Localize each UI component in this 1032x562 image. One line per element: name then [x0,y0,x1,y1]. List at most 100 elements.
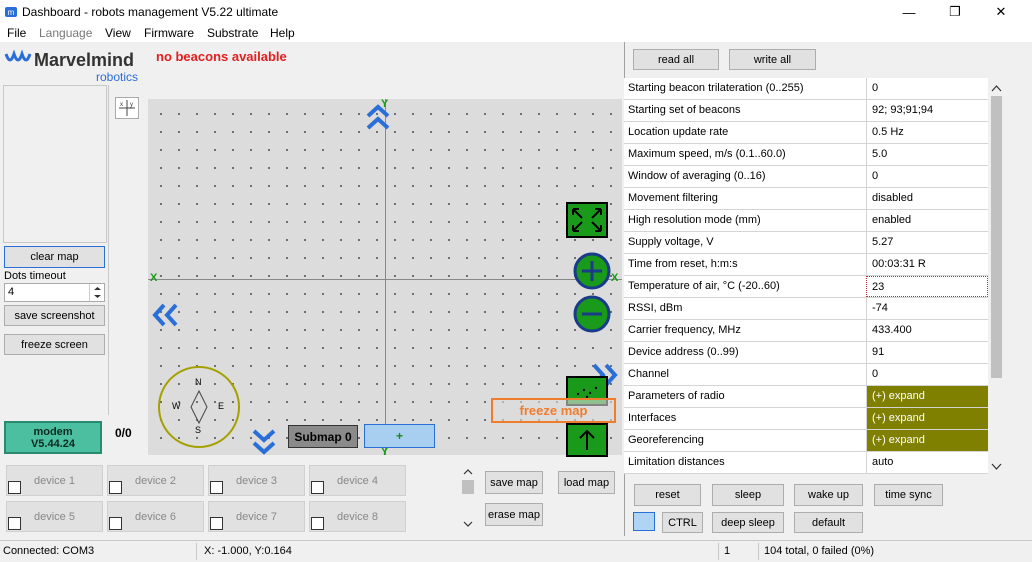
time-sync-button[interactable]: time sync [874,484,943,506]
compass-east-label: E [218,401,225,411]
settings-row[interactable]: High resolution mode (mm) enabled [624,210,988,232]
settings-row[interactable]: Window of averaging (0..16) 0 [624,166,988,188]
svg-text:y: y [130,102,133,108]
write-all-button[interactable]: write all [729,49,816,70]
menu-firmware[interactable]: Firmware [144,26,194,40]
setting-value[interactable]: 23 [866,276,988,297]
device-1-checkbox[interactable] [8,481,21,494]
setting-value[interactable]: 0 [866,364,988,385]
setting-value[interactable]: 5.0 [866,144,988,165]
minimize-button[interactable]: — [886,0,932,24]
save-map-button[interactable]: save map [485,471,543,494]
menu-substrate[interactable]: Substrate [207,26,258,40]
setting-value[interactable]: 92; 93;91;94 [866,100,988,121]
save-screenshot-button[interactable]: save screenshot [4,305,105,326]
setting-value[interactable]: 5.27 [866,232,988,253]
device-5-checkbox[interactable] [8,517,21,530]
device-4-checkbox[interactable] [311,481,324,494]
svg-text:m: m [8,8,15,17]
freeze-map-button[interactable]: freeze map [491,398,616,423]
setting-name: Channel [628,368,669,380]
default-button[interactable]: default [794,512,863,533]
setting-value[interactable]: -74 [866,298,988,319]
settings-row[interactable]: Limitation distances auto [624,452,988,474]
read-all-button[interactable]: read all [633,49,719,70]
zoom-in-icon[interactable] [572,251,612,291]
maximize-button[interactable]: ❐ [932,0,978,24]
axis-swap-button[interactable]: x y [115,97,139,119]
setting-value[interactable]: auto [866,452,988,473]
zoom-out-icon[interactable] [572,294,612,334]
deep-sleep-button[interactable]: deep sleep [712,512,784,533]
setting-value[interactable]: (+) expand [866,430,988,451]
setting-value[interactable]: 0.5 Hz [866,122,988,143]
device-2-checkbox[interactable] [109,481,122,494]
settings-row[interactable]: Starting set of beacons 92; 93;91;94 [624,100,988,122]
settings-row[interactable]: Georeferencing (+) expand [624,430,988,452]
settings-row[interactable]: Starting beacon trilateration (0..255) 0 [624,78,988,100]
menu-help[interactable]: Help [270,26,295,40]
settings-row[interactable]: Movement filtering disabled [624,188,988,210]
settings-row[interactable]: Parameters of radio (+) expand [624,386,988,408]
ctrl-indicator[interactable] [633,512,655,531]
settings-row[interactable]: Time from reset, h:m:s 00:03:31 R [624,254,988,276]
load-map-button[interactable]: load map [558,471,615,494]
pan-down-icon[interactable] [251,428,277,456]
devices-scrollbar[interactable] [460,462,476,534]
settings-row[interactable]: Interfaces (+) expand [624,408,988,430]
sleep-button[interactable]: sleep [712,484,784,506]
settings-row[interactable]: Supply voltage, V 5.27 [624,232,988,254]
status-bar: Connected: COM3 X: -1.000, Y:0.164 1 104… [0,540,1032,562]
freeze-screen-button[interactable]: freeze screen [4,334,105,355]
device-6-checkbox[interactable] [109,517,122,530]
setting-value[interactable]: 00:03:31 R [866,254,988,275]
pan-left-icon[interactable] [150,302,180,328]
modem-button[interactable]: modem V5.44.24 [4,421,102,454]
reset-button[interactable]: reset [634,484,701,506]
setting-value[interactable]: (+) expand [866,386,988,407]
erase-map-button[interactable]: erase map [485,503,543,526]
dots-timeout-spinner[interactable]: 4 [4,283,105,302]
scroll-arrows-icon [462,469,474,527]
settings-row[interactable]: Temperature of air, °C (-20..60) 23 [624,276,988,298]
menu-language[interactable]: Language [39,26,92,40]
fit-to-screen-button[interactable] [566,202,608,238]
settings-row[interactable]: Maximum speed, m/s (0.1..60.0) 5.0 [624,144,988,166]
settings-scroll-icon [991,85,1002,470]
north-direction-button[interactable] [566,423,608,457]
device-8-checkbox[interactable] [311,517,324,530]
setting-value[interactable]: 433.400 [866,320,988,341]
setting-value[interactable]: 0 [866,78,988,99]
ctrl-button[interactable]: CTRL [662,512,703,533]
side-strip: x y [108,85,148,415]
setting-name: Location update rate [628,126,729,138]
settings-row[interactable]: Carrier frequency, MHz 433.400 [624,320,988,342]
settings-row[interactable]: Device address (0..99) 91 [624,342,988,364]
setting-name: Parameters of radio [628,390,725,402]
settings-scrollbar[interactable] [988,78,1005,476]
setting-value[interactable]: (+) expand [866,408,988,429]
menu-view[interactable]: View [105,26,131,40]
settings-row[interactable]: Location update rate 0.5 Hz [624,122,988,144]
wake-up-button[interactable]: wake up [794,484,863,506]
settings-row[interactable]: RSSI, dBm -74 [624,298,988,320]
submap-selector[interactable]: Submap 0 [288,425,358,448]
device-3-checkbox[interactable] [210,481,223,494]
setting-name: Starting beacon trilateration (0..255) [628,82,804,94]
add-submap-button[interactable]: + [364,424,435,448]
compass-north-label: N [195,377,202,387]
close-button[interactable]: ✕ [978,0,1024,24]
menu-file[interactable]: File [7,26,26,40]
setting-name: Carrier frequency, MHz [628,324,741,336]
pan-up-icon[interactable] [365,102,391,132]
clear-map-button[interactable]: clear map [4,246,105,268]
spinner-arrows[interactable] [89,284,104,301]
device-7-checkbox[interactable] [210,517,223,530]
setting-value[interactable]: 0 [866,166,988,187]
status-divider [718,543,719,560]
setting-value[interactable]: enabled [866,210,988,231]
modem-label: modem [33,425,73,438]
settings-row[interactable]: Channel 0 [624,364,988,386]
setting-value[interactable]: disabled [866,188,988,209]
setting-value[interactable]: 91 [866,342,988,363]
